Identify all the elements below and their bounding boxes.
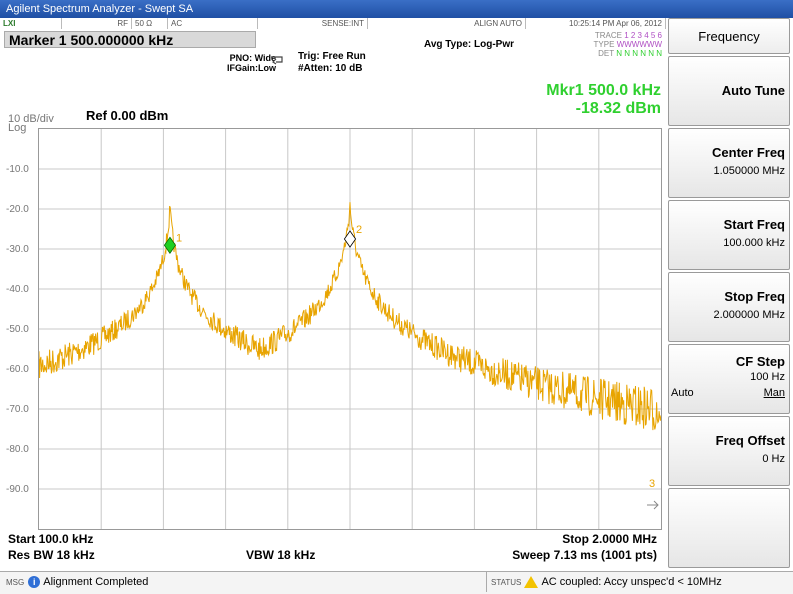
- marker-offscreen-arrow-icon: [647, 500, 659, 510]
- instrument-status-strip: LXI RF 50 Ω AC SENSE:INT ALIGN AUTO 10:2…: [0, 18, 666, 30]
- marker-readout: Mkr1 500.0 kHz -18.32 dBm: [546, 82, 661, 118]
- stop-freq-value: 2.000000 MHz: [713, 309, 785, 321]
- ylabel: -10.0: [6, 164, 29, 175]
- cf-step-man[interactable]: Man: [764, 387, 785, 399]
- trigger-atten: Trig: Free Run #Atten: 10 dB: [298, 51, 366, 75]
- ylabel: -20.0: [6, 204, 29, 215]
- align-label: ALIGN AUTO: [368, 18, 526, 29]
- ylabel: -80.0: [6, 444, 29, 455]
- datetime-label: 10:25:14 PM Apr 06, 2012: [526, 18, 666, 29]
- menu-title: Frequency: [698, 29, 760, 44]
- menu-title-frequency: Frequency: [668, 18, 790, 54]
- spectrum-plot: 1 2 3: [39, 129, 661, 529]
- spectrum-display[interactable]: 1 2 3: [38, 128, 662, 530]
- sense-label: SENSE:INT: [258, 18, 368, 29]
- ylabel: -90.0: [6, 484, 29, 495]
- trig-label: Trig: Free Run: [298, 51, 366, 62]
- cf-step-auto[interactable]: Auto: [671, 387, 694, 399]
- auto-tune-button[interactable]: Auto Tune: [668, 56, 790, 126]
- stop-freq-button[interactable]: Stop Freq 2.000000 MHz: [668, 272, 790, 342]
- trace-label: TRACE: [594, 31, 622, 40]
- window-title: Agilent Spectrum Analyzer - Swept SA: [6, 3, 194, 15]
- ylabel: -40.0: [6, 284, 29, 295]
- avg-type-label: Avg Type: Log-Pwr: [424, 39, 514, 50]
- graticule: [39, 129, 661, 529]
- freq-offset-label: Freq Offset: [715, 433, 785, 448]
- status-message: AC coupled: Accy unspec'd < 10MHz: [541, 576, 722, 588]
- ylabel: -50.0: [6, 324, 29, 335]
- pno-ifgain: PNO: Wide IFGain:Low: [210, 53, 276, 73]
- marker-2-label: 2: [356, 224, 362, 236]
- marker-level: -18.32 dBm: [575, 100, 661, 117]
- marker-freq: Mkr1 500.0 kHz: [546, 82, 661, 99]
- rf-input-label: RF: [62, 18, 132, 29]
- ylabel: -30.0: [6, 244, 29, 255]
- marker-1-label: 1: [176, 232, 182, 244]
- start-freq: Start 100.0 kHz: [8, 532, 94, 546]
- marker-title: Marker 1 500.000000 kHz: [9, 32, 174, 48]
- start-freq-button[interactable]: Start Freq 100.000 kHz: [668, 200, 790, 270]
- start-freq-label: Start Freq: [723, 217, 785, 232]
- det-values: N N N N N N: [616, 49, 662, 58]
- pno-arrow-icon: [271, 56, 283, 65]
- msg-label: MSG: [6, 578, 25, 587]
- trace-table: TRACE 1 2 3 4 5 6 TYPE WWWWWW DET N N N …: [550, 31, 662, 58]
- lxi-logo: LXI: [0, 18, 62, 29]
- stop-freq-label: Stop Freq: [724, 289, 785, 304]
- impedance-label: 50 Ω: [132, 18, 168, 29]
- ylabel: -70.0: [6, 404, 29, 415]
- vbw: VBW 18 kHz: [246, 548, 316, 562]
- status-label: STATUS: [491, 578, 522, 587]
- sweep-time: Sweep 7.13 ms (1001 pts): [512, 548, 657, 562]
- cf-step-value: 100 Hz: [750, 371, 785, 383]
- message-bar: MSG i Alignment Completed STATUS AC couple…: [0, 571, 793, 594]
- stop-freq: Stop 2.0000 MHz: [562, 532, 657, 546]
- y-axis-labels: -10.0 -20.0 -30.0 -40.0 -50.0 -60.0 -70.…: [0, 128, 38, 530]
- pno-label: PNO: Wide: [229, 53, 276, 63]
- freq-offset-button[interactable]: Freq Offset 0 Hz: [668, 416, 790, 486]
- status-area: STATUS AC coupled: Accy unspec'd < 10MHz: [486, 572, 722, 592]
- start-freq-value: 100.000 kHz: [723, 237, 785, 249]
- window-title-bar: Agilent Spectrum Analyzer - Swept SA: [0, 0, 793, 18]
- type-values: WWWWWW: [616, 40, 662, 49]
- marker-3-label: 3: [649, 478, 655, 490]
- center-freq-value: 1.050000 MHz: [713, 165, 785, 177]
- center-freq-label: Center Freq: [712, 145, 785, 160]
- trace-values: 1 2 3 4 5 6: [624, 31, 662, 40]
- center-freq-button[interactable]: Center Freq 1.050000 MHz: [668, 128, 790, 198]
- softkey-panel: Frequency Auto Tune Center Freq 1.050000…: [666, 18, 793, 570]
- det-label: DET: [598, 49, 614, 58]
- auto-tune-label: Auto Tune: [721, 83, 785, 98]
- ylabel: -60.0: [6, 364, 29, 375]
- type-label: TYPE: [593, 40, 615, 49]
- coupling-label: AC: [168, 18, 258, 29]
- res-bw: Res BW 18 kHz: [8, 548, 95, 562]
- reference-level: Ref 0.00 dBm: [86, 108, 169, 123]
- empty-softkey[interactable]: [668, 488, 790, 568]
- active-function-marker[interactable]: Marker 1 500.000000 kHz: [4, 31, 256, 48]
- message-text: Alignment Completed: [43, 576, 149, 588]
- cf-step-button[interactable]: CF Step 100 Hz Auto Man: [668, 344, 790, 414]
- warning-icon: [524, 576, 539, 589]
- ifgain-label: IFGain:Low: [227, 63, 276, 73]
- info-icon: i: [28, 576, 41, 589]
- cf-step-label: CF Step: [735, 354, 785, 369]
- freq-offset-value: 0 Hz: [762, 453, 785, 465]
- atten-label: #Atten: 10 dB: [298, 63, 363, 74]
